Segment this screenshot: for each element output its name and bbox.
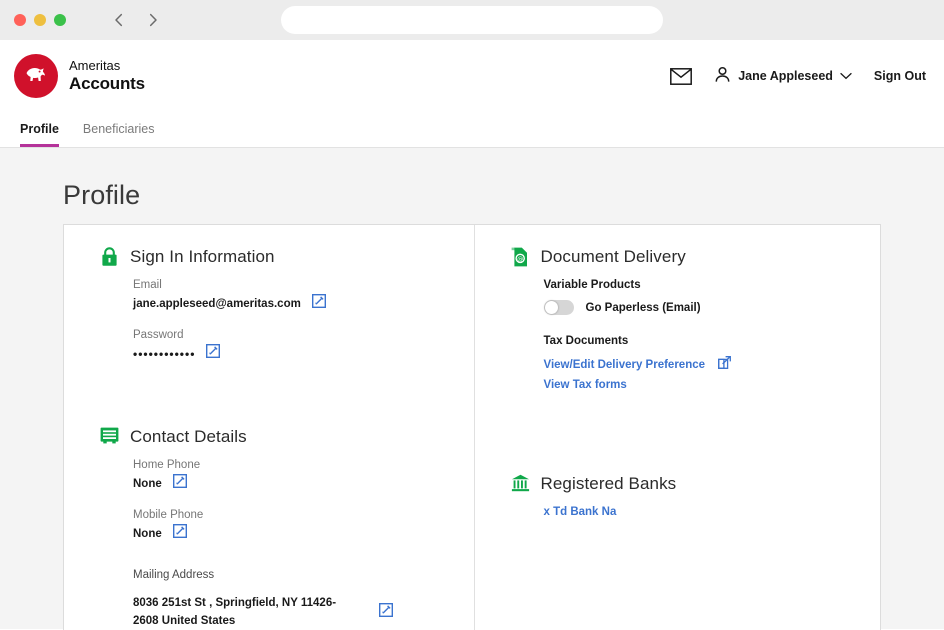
svg-text:@: @	[517, 256, 523, 263]
brand-text: Ameritas Accounts	[69, 58, 145, 93]
brand-name: Ameritas	[69, 58, 145, 73]
back-icon[interactable]	[110, 11, 128, 29]
window-traffic-lights	[14, 14, 66, 26]
view-tax-forms-row: View Tax forms	[511, 379, 857, 391]
variable-products-label: Variable Products	[511, 279, 857, 291]
brand-sub: Accounts	[69, 74, 145, 94]
browser-chrome	[0, 0, 944, 40]
mailing-address-value: 8036 251st St , Springfield, NY 11426-26…	[133, 595, 361, 630]
registered-banks-section: Registered Banks x Td Bank Na	[511, 474, 857, 518]
profile-left-column: Sign In Information Email jane.appleseed…	[64, 225, 474, 630]
page-body: Profile Sign In Information Email	[0, 148, 944, 629]
view-edit-delivery-preference-link[interactable]: View/Edit Delivery Preference	[544, 359, 706, 371]
header-actions: Jane Appleseed Sign Out	[670, 66, 926, 86]
bank-icon	[511, 474, 530, 494]
contact-card-icon	[100, 427, 119, 447]
external-link-icon[interactable]	[718, 356, 731, 374]
password-value: ••••••••••••	[133, 347, 195, 361]
sign-in-section-header: Sign In Information	[100, 247, 450, 267]
registered-bank-link[interactable]: x Td Bank Na	[544, 506, 617, 518]
edit-email-icon[interactable]	[312, 294, 326, 313]
mobile-phone-field: Mobile Phone None	[100, 509, 450, 543]
document-email-icon: @	[511, 247, 530, 267]
ameritas-bison-logo-icon	[14, 54, 58, 98]
tab-beneficiaries[interactable]: Beneficiaries	[83, 122, 155, 147]
edit-mailing-address-icon[interactable]	[379, 603, 393, 622]
toggle-knob	[545, 301, 558, 314]
site-header: Ameritas Accounts Jane Appleseed Sign Ou…	[0, 40, 944, 112]
edit-home-phone-icon[interactable]	[173, 474, 187, 493]
browser-navigation	[110, 11, 162, 29]
view-edit-delivery-row: View/Edit Delivery Preference	[511, 356, 857, 374]
registered-banks-section-title: Registered Banks	[541, 474, 677, 494]
email-value: jane.appleseed@ameritas.com	[133, 298, 301, 310]
profile-card: Sign In Information Email jane.appleseed…	[63, 224, 881, 630]
email-field: Email jane.appleseed@ameritas.com	[100, 279, 450, 313]
contact-details-section: Contact Details Home Phone None	[100, 427, 450, 630]
sign-out-link[interactable]: Sign Out	[874, 69, 926, 83]
go-paperless-toggle[interactable]	[544, 300, 574, 315]
mailing-address-block: Mailing Address 8036 251st St , Springfi…	[100, 569, 450, 630]
email-label: Email	[133, 279, 450, 291]
forward-icon[interactable]	[144, 11, 162, 29]
document-delivery-section: @ Document Delivery Variable Products Go…	[511, 247, 857, 391]
go-paperless-row: Go Paperless (Email)	[511, 300, 857, 315]
brand-block[interactable]: Ameritas Accounts	[14, 54, 145, 98]
document-delivery-section-header: @ Document Delivery	[511, 247, 857, 267]
registered-bank-item: x Td Bank Na	[511, 506, 857, 518]
sign-in-section-title: Sign In Information	[130, 247, 275, 267]
close-window-button[interactable]	[14, 14, 26, 26]
contact-section-title: Contact Details	[130, 427, 247, 447]
address-bar-input[interactable]	[281, 6, 663, 34]
sign-in-information-section: Sign In Information Email jane.appleseed…	[100, 247, 450, 363]
mobile-phone-label: Mobile Phone	[133, 509, 450, 521]
home-phone-label: Home Phone	[133, 459, 450, 471]
home-phone-value: None	[133, 478, 162, 490]
mailing-address-label: Mailing Address	[133, 569, 450, 581]
chevron-down-icon	[840, 69, 852, 83]
minimize-window-button[interactable]	[34, 14, 46, 26]
maximize-window-button[interactable]	[54, 14, 66, 26]
home-phone-field: Home Phone None	[100, 459, 450, 493]
mobile-phone-value: None	[133, 528, 162, 540]
tab-bar: Profile Beneficiaries	[0, 112, 944, 148]
view-tax-forms-link[interactable]: View Tax forms	[544, 379, 627, 391]
user-menu[interactable]: Jane Appleseed	[714, 66, 852, 86]
tab-profile[interactable]: Profile	[20, 122, 59, 147]
contact-section-header: Contact Details	[100, 427, 450, 447]
mail-icon[interactable]	[670, 68, 692, 85]
lock-icon	[100, 247, 119, 267]
page-title: Profile	[0, 148, 944, 211]
password-label: Password	[133, 329, 450, 341]
edit-password-icon[interactable]	[206, 344, 220, 363]
document-delivery-section-title: Document Delivery	[541, 247, 686, 267]
section-spacer	[100, 379, 450, 427]
registered-banks-section-header: Registered Banks	[511, 474, 857, 494]
section-spacer-right-2	[511, 444, 857, 474]
section-spacer-right	[511, 396, 857, 444]
go-paperless-label: Go Paperless (Email)	[586, 302, 701, 314]
person-icon	[714, 66, 731, 86]
user-name: Jane Appleseed	[738, 69, 833, 83]
profile-right-column: @ Document Delivery Variable Products Go…	[474, 225, 881, 630]
edit-mobile-phone-icon[interactable]	[173, 524, 187, 543]
tax-documents-label: Tax Documents	[511, 335, 857, 347]
password-field: Password ••••••••••••	[100, 329, 450, 363]
